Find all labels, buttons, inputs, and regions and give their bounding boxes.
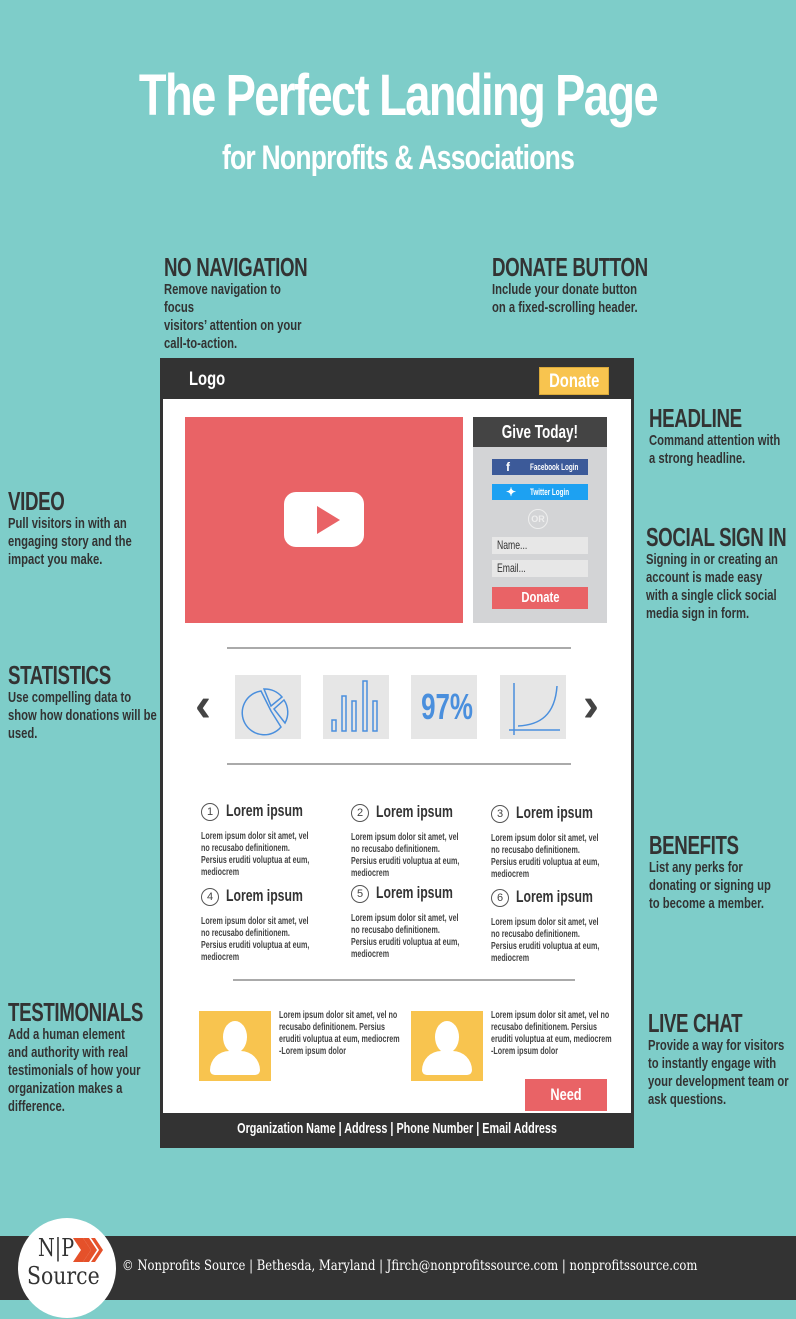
facebook-login-button[interactable]: f Facebook Login [492, 459, 588, 475]
growth-curve-icon [500, 675, 566, 739]
header-donate-button[interactable]: Donate [539, 367, 609, 395]
form-donate-button[interactable]: Donate [492, 587, 588, 609]
note-title: VIDEO [8, 486, 65, 516]
testimonial-text: Lorem ipsum dolor sit amet, vel no recusa… [491, 1009, 612, 1057]
footer-credits: © Nonprofits Source | Bethesda, Maryland… [122, 1258, 698, 1274]
np-source-logo: N|P Source [18, 1218, 116, 1318]
testimonial-text: Lorem ipsum dolor sit amet, vel no recusa… [279, 1009, 400, 1057]
or-divider: OR [528, 509, 548, 529]
twitter-login-button[interactable]: ✦ Twitter Login [492, 484, 588, 500]
note-title: SOCIAL SIGN IN [646, 522, 787, 552]
percent-stat: 97% [411, 675, 477, 739]
divider [227, 647, 571, 649]
twitter-bird-icon: ✦ [506, 485, 517, 499]
bar-chart-icon [323, 675, 389, 739]
note-live-chat: LIVE CHAT Provide a way for visitors to … [648, 1009, 796, 1109]
infographic-title: The Perfect Landing Page [138, 63, 659, 128]
mock-footer: Organization Name | Address | Phone Numb… [163, 1113, 631, 1145]
divider [227, 763, 571, 765]
landing-page-mockup: Logo Donate Give Today! f Facebook Login… [160, 358, 634, 1148]
note-no-navigation: NO NAVIGATION Remove navigation to focus… [164, 253, 364, 353]
avatar-icon [199, 1011, 271, 1081]
note-donate-button: DONATE BUTTON Include your donate button… [492, 253, 708, 317]
email-input[interactable]: Email... [492, 560, 588, 577]
note-body: List any perks for donating or signing u… [649, 859, 771, 912]
mock-logo: Logo [189, 369, 226, 390]
note-benefits: BENEFITS List any perks for donating or … [649, 831, 796, 913]
note-social-sign-in: SOCIAL SIGN IN Signing in or creating an… [646, 523, 796, 623]
note-body: Pull visitors in with an engaging story … [8, 515, 132, 568]
note-title: HEADLINE [649, 403, 742, 433]
pie-chart-icon [235, 675, 301, 739]
note-body: Use compelling data to show how donation… [8, 689, 157, 742]
note-title: LIVE CHAT [648, 1008, 743, 1038]
mock-header: Logo Donate [163, 361, 631, 399]
note-title: TESTIMONIALS [8, 997, 144, 1027]
name-input[interactable]: Name... [492, 537, 588, 554]
note-title: DONATE BUTTON [492, 252, 648, 282]
divider [233, 979, 575, 981]
note-body: Command attention with a strong headline… [649, 432, 781, 467]
avatar-icon [411, 1011, 483, 1081]
note-body: Provide a way for visitors to instantly … [648, 1037, 789, 1108]
note-body: Signing in or creating an account is mad… [646, 551, 778, 622]
chevron-left-icon[interactable]: ‹ [195, 682, 211, 730]
footer-bar: © Nonprofits Source | Bethesda, Maryland… [0, 1236, 796, 1300]
video-player[interactable] [185, 417, 463, 623]
note-body: Add a human element and authority with r… [8, 1026, 141, 1115]
note-body: Include your donate button on a fixed-sc… [492, 281, 638, 316]
give-today-form: Give Today! f Facebook Login ✦ Twitter L… [473, 417, 607, 623]
play-icon[interactable] [284, 492, 364, 547]
note-title: STATISTICS [8, 660, 111, 690]
infographic-subtitle: for Nonprofits & Associations [221, 139, 575, 177]
note-body: Remove navigation to focus visitors’ att… [164, 281, 302, 352]
facebook-icon: f [506, 460, 510, 474]
chevron-right-icon[interactable]: › [583, 682, 599, 730]
give-title: Give Today! [473, 417, 607, 447]
need-help-chat-button[interactable]: Need help? [525, 1079, 607, 1136]
note-headline: HEADLINE Command attention with a strong… [649, 404, 796, 468]
note-title: BENEFITS [649, 830, 739, 860]
chevrons-icon [73, 1238, 103, 1262]
note-title: NO NAVIGATION [164, 252, 308, 282]
